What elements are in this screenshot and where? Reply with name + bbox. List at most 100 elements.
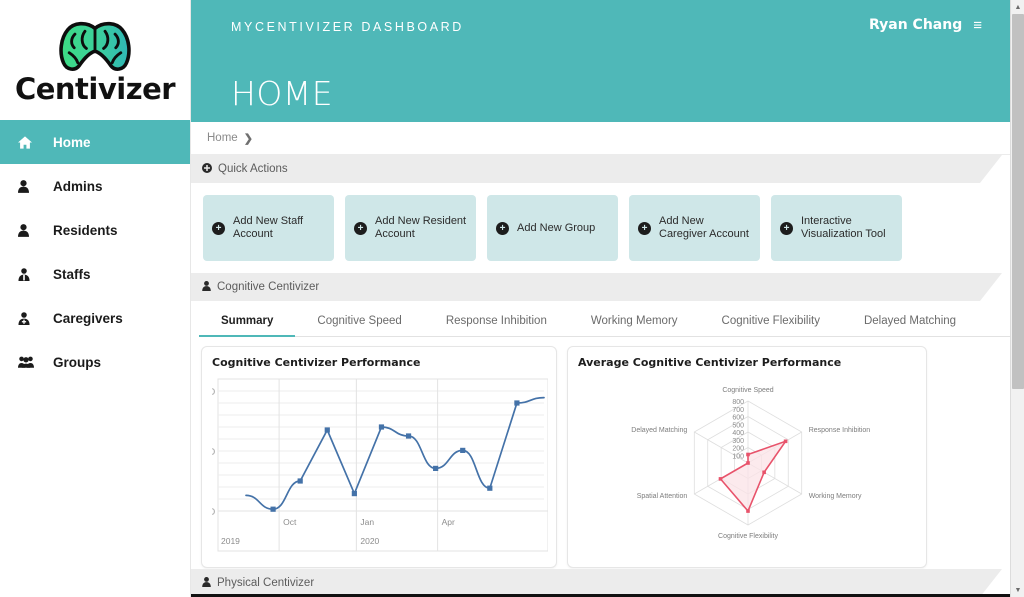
cognitive-tabs: Summary Cognitive Speed Response Inhibit… <box>199 306 1016 337</box>
section-title: Cognitive Centivizer <box>217 281 320 293</box>
chevron-right-icon: ❯ <box>243 132 253 145</box>
svg-text:500: 500 <box>212 447 215 457</box>
sidebar-item-label: Home <box>53 134 91 150</box>
svg-text:Response Inhibition: Response Inhibition <box>809 427 871 434</box>
svg-text:2020: 2020 <box>360 536 379 546</box>
breadcrumb-item-home[interactable]: Home <box>207 132 238 144</box>
main-area: MYCENTIVIZER DASHBOARD Ryan Chang ≡ HOME… <box>191 0 1024 597</box>
charts-row: Cognitive Centivizer Performance 0500100… <box>191 337 1024 568</box>
page-scrollbar[interactable]: ▲ ▼ <box>1010 0 1024 597</box>
quick-actions-section-header: Quick Actions <box>191 155 1024 183</box>
breadcrumb: Home ❯ <box>191 122 1024 155</box>
plus-circle-icon: + <box>638 221 651 235</box>
line-chart-card: Cognitive Centivizer Performance 0 500 100… <box>196 346 557 568</box>
svg-text:Delayed Matching: Delayed Matching <box>631 427 687 434</box>
sidebar-nav: Home Admins Residents Staffs Caregivers … <box>0 120 190 384</box>
sidebar-item-home[interactable]: Home <box>0 120 190 164</box>
sidebar-item-admins[interactable]: Admins <box>0 164 190 208</box>
hamburger-menu-icon[interactable]: ≡ <box>973 18 982 33</box>
tab-delayed-matching[interactable]: Delayed Matching <box>842 306 978 337</box>
section-title: Physical Centivizer <box>217 577 315 589</box>
quick-actions-row: + Add New Staff Account + Add New Reside… <box>191 183 1024 273</box>
user-icon <box>202 576 211 590</box>
sidebar-item-staffs[interactable]: Staffs <box>0 252 190 296</box>
svg-text:400: 400 <box>732 430 744 437</box>
scroll-down-arrow-icon[interactable]: ▼ <box>1011 583 1024 597</box>
user-nurse-icon <box>18 311 44 325</box>
svg-text:Working Memory: Working Memory <box>809 493 862 500</box>
svg-text:700: 700 <box>732 407 744 414</box>
tab-cognitive-speed[interactable]: Cognitive Speed <box>295 306 423 337</box>
sidebar-item-label: Residents <box>53 222 118 238</box>
svg-text:100: 100 <box>732 453 744 460</box>
section-title: Quick Actions <box>218 163 288 175</box>
svg-text:300: 300 <box>732 438 744 445</box>
button-label: Add New Caregiver Account <box>659 215 749 240</box>
home-icon <box>18 135 44 149</box>
svg-text:Apr: Apr <box>442 517 455 527</box>
sidebar: Centivizer Home Admins Residents Staffs … <box>0 0 191 597</box>
svg-text:600: 600 <box>732 415 744 422</box>
physical-centivizer-section-header: Physical Centivizer <box>191 569 1024 597</box>
radar-chart-card: Average Cognitive Centivizer Performance… <box>567 346 927 568</box>
app-name: MYCENTIVIZER DASHBOARD <box>231 20 464 34</box>
radar-chart: 100 200 300 400 500 600 700 800 Cognitive Speed R… <box>578 371 916 561</box>
tab-working-memory[interactable]: Working Memory <box>569 306 700 337</box>
user-tie-icon <box>18 267 44 281</box>
tab-response-inhibition[interactable]: Response Inhibition <box>424 306 569 337</box>
svg-text:Oct: Oct <box>283 517 297 527</box>
plus-circle-icon: + <box>212 221 225 235</box>
button-label: Add New Staff Account <box>233 215 304 240</box>
svg-text:2019: 2019 <box>221 536 240 546</box>
radar-chart-svg: 100200300400500600700800 Cognitive Speed R… <box>631 387 871 540</box>
add-new-caregiver-account-button[interactable]: + Add New Caregiver Account <box>629 195 760 261</box>
svg-text:0: 0 <box>212 507 215 517</box>
sidebar-item-label: Groups <box>53 354 102 370</box>
top-header: MYCENTIVIZER DASHBOARD Ryan Chang ≡ HOME <box>191 0 1024 122</box>
sidebar-item-residents[interactable]: Residents <box>0 208 190 252</box>
sidebar-item-label: Staffs <box>53 266 91 282</box>
users-group-icon <box>18 356 44 368</box>
plus-circle-icon <box>202 162 212 176</box>
add-new-group-button[interactable]: + Add New Group <box>487 195 618 261</box>
sidebar-item-groups[interactable]: Groups <box>0 340 190 384</box>
page-title: HOME <box>231 74 334 113</box>
user-menu[interactable]: Ryan Chang ≡ <box>869 17 982 33</box>
plus-circle-icon: + <box>354 221 367 235</box>
plus-circle-icon: + <box>496 221 509 235</box>
cognitive-centivizer-section-header: Cognitive Centivizer <box>191 273 1024 301</box>
user-name: Ryan Chang <box>868 17 963 33</box>
dashboard-page: Centivizer Home Admins Residents Staffs … <box>0 0 1024 597</box>
logo[interactable]: Centivizer <box>0 0 190 120</box>
scroll-up-arrow-icon[interactable]: ▲ <box>1011 0 1024 14</box>
tab-summary[interactable]: Summary <box>199 306 296 337</box>
scrollbar-thumb[interactable] <box>1012 14 1024 389</box>
svg-text:800: 800 <box>732 399 744 406</box>
brain-controller-logo-icon <box>59 21 131 71</box>
content-area: Quick Actions + Add New Staff Account + … <box>191 155 1024 597</box>
button-label: Add New Group <box>517 221 596 234</box>
svg-text:200: 200 <box>732 446 744 453</box>
tab-cognitive-flexibility[interactable]: Cognitive Flexibility <box>700 306 842 337</box>
user-icon <box>18 223 44 237</box>
add-new-staff-account-button[interactable]: + Add New Staff Account <box>203 195 334 261</box>
svg-text:Cognitive Speed: Cognitive Speed <box>722 387 773 394</box>
svg-text:Spatial Attention: Spatial Attention <box>637 493 688 500</box>
plus-circle-icon: + <box>780 221 793 235</box>
chart-title: Cognitive Centivizer Performance <box>212 356 421 369</box>
add-new-resident-account-button[interactable]: + Add New Resident Account <box>345 195 476 261</box>
sidebar-item-label: Caregivers <box>53 310 123 326</box>
chart-title: Average Cognitive Centivizer Performance <box>578 356 842 369</box>
button-label: Add New Resident Account <box>375 215 467 240</box>
line-chart-svg: 0 500 1000 Oct Jan Apr 2019 2020 <box>196 378 549 552</box>
user-icon <box>202 280 211 294</box>
svg-text:1000: 1000 <box>212 387 215 397</box>
svg-text:Cognitive Flexibility: Cognitive Flexibility <box>718 533 778 540</box>
interactive-visualization-tool-button[interactable]: + Interactive Visualization Tool <box>771 195 902 261</box>
sidebar-item-caregivers[interactable]: Caregivers <box>0 296 190 340</box>
user-icon <box>18 179 44 193</box>
logo-wordmark: Centivizer <box>14 71 176 106</box>
sidebar-item-label: Admins <box>53 178 103 194</box>
svg-text:500: 500 <box>732 422 744 429</box>
line-chart: 0 500 1000 Oct Jan Apr 2019 2020 <box>196 371 549 561</box>
